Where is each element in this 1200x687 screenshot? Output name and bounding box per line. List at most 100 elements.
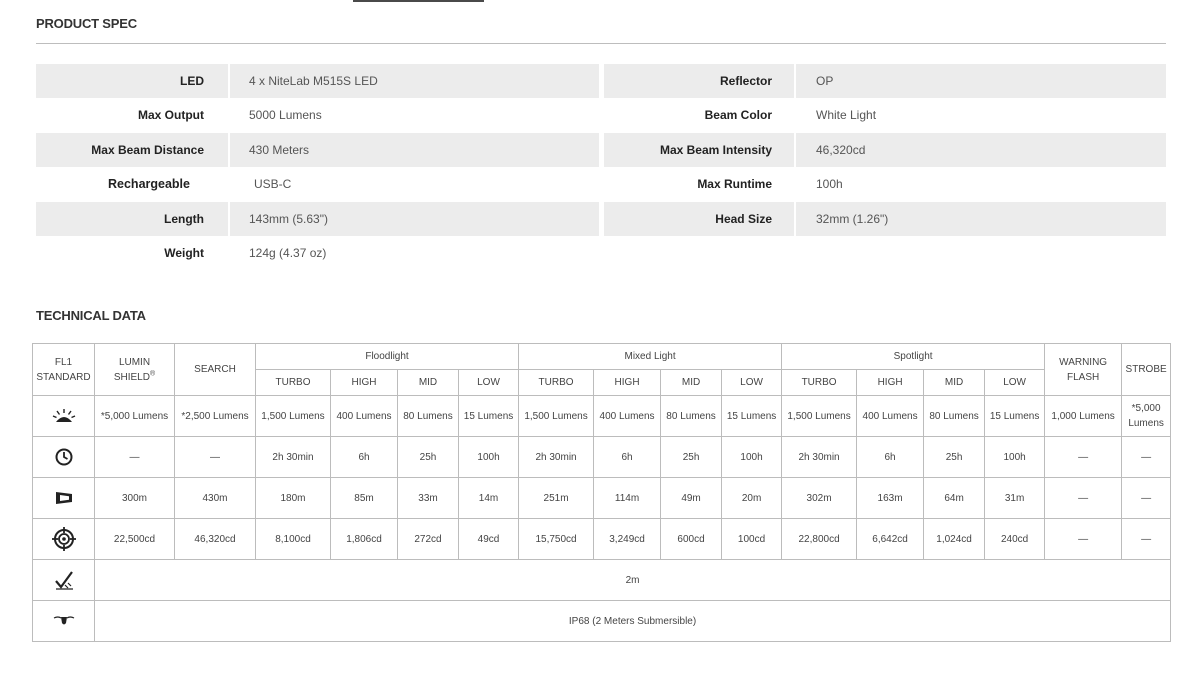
output-row: *5,000 Lumens *2,500 Lumens 1,500 Lumens… bbox=[32, 395, 1172, 437]
output-cell: 15 Lumens bbox=[984, 395, 1046, 437]
intensity-cell: 240cd bbox=[984, 518, 1046, 560]
spec-item-led: LED 4 x NiteLab M515S LED bbox=[36, 64, 599, 98]
fl1-standard-header: FL1 STANDARD bbox=[32, 343, 95, 396]
runtime-cell: 25h bbox=[397, 436, 459, 478]
distance-cell: 251m bbox=[518, 477, 595, 519]
waterproof-icon bbox=[53, 616, 74, 625]
intensity-cell: 272cd bbox=[397, 518, 459, 560]
intensity-icon-cell bbox=[32, 518, 95, 560]
runtime-cell: 25h bbox=[660, 436, 723, 478]
distance-cell: 302m bbox=[781, 477, 858, 519]
spec-row: Weight 124g (4.37 oz) bbox=[36, 236, 1166, 270]
impact-icon-cell bbox=[32, 559, 95, 601]
mode-header: HIGH bbox=[593, 369, 662, 396]
mode-header: LOW bbox=[721, 369, 783, 396]
spec-key: Head Size bbox=[604, 201, 794, 236]
output-cell: 15 Lumens bbox=[721, 395, 783, 437]
mode-header: TURBO bbox=[781, 369, 858, 396]
spec-value: 430 Meters bbox=[230, 132, 599, 167]
output-cell: 1,500 Lumens bbox=[518, 395, 595, 437]
spec-item-reflector: Reflector OP bbox=[604, 64, 1166, 98]
spec-value: 5000 Lumens bbox=[249, 108, 322, 123]
spec-item-weight: Weight 124g (4.37 oz) bbox=[36, 236, 599, 270]
spec-value: 32mm (1.26") bbox=[796, 201, 1166, 236]
intensity-cell: 22,500cd bbox=[94, 518, 175, 560]
spec-key: LED bbox=[36, 64, 228, 98]
distance-cell: 33m bbox=[397, 477, 459, 519]
distance-cell: 31m bbox=[984, 477, 1046, 519]
mode-header: LOW bbox=[457, 369, 520, 396]
runtime-cell: — bbox=[1121, 436, 1172, 478]
runtime-cell: 6h bbox=[330, 436, 398, 478]
technical-data-title: TECHNICAL DATA bbox=[36, 308, 146, 323]
distance-row: 300m 430m 180m 85m 33m 14m 251m 114m 49m… bbox=[32, 477, 1172, 519]
impact-cell: 2m bbox=[93, 559, 1172, 601]
mode-header: TURBO bbox=[255, 369, 331, 396]
spec-value: 4 x NiteLab M515S LED bbox=[230, 64, 599, 98]
waterproof-icon-cell bbox=[32, 600, 95, 642]
spec-item-head-size: Head Size 32mm (1.26") bbox=[604, 201, 1166, 236]
spec-item-max-beam-distance: Max Beam Distance 430 Meters bbox=[36, 132, 599, 167]
intensity-cell: — bbox=[1044, 518, 1123, 560]
output-cell: 1,500 Lumens bbox=[255, 395, 331, 437]
active-tab-indicator bbox=[353, 0, 484, 2]
intensity-row: 22,500cd 46,320cd 8,100cd 1,806cd 272cd … bbox=[32, 518, 1172, 560]
waterproof-cell: IP68 (2 Meters Submersible) bbox=[93, 600, 1172, 642]
output-icon-cell bbox=[32, 395, 95, 437]
spec-key: Reflector bbox=[604, 64, 794, 98]
intensity-cell: 6,642cd bbox=[856, 518, 925, 560]
technical-data-table: FL1 STANDARD LUMIN SHIELD® SEARCH Floodlig… bbox=[32, 343, 1172, 642]
output-cell: *2,500 Lumens bbox=[174, 395, 256, 437]
output-cell: 80 Lumens bbox=[397, 395, 459, 437]
mode-header: HIGH bbox=[330, 369, 398, 396]
spec-key: Beam Color bbox=[704, 108, 772, 123]
output-cell: 1,500 Lumens bbox=[781, 395, 858, 437]
intensity-cell: 22,800cd bbox=[781, 518, 858, 560]
runtime-cell: 100h bbox=[721, 436, 783, 478]
spec-key: Max Beam Distance bbox=[36, 132, 228, 167]
runtime-cell: 6h bbox=[593, 436, 662, 478]
distance-cell: — bbox=[1044, 477, 1123, 519]
spec-key: Max Beam Intensity bbox=[604, 132, 794, 167]
intensity-cell: 15,750cd bbox=[518, 518, 595, 560]
spec-value: 46,320cd bbox=[796, 132, 1166, 167]
spec-key: Max Runtime bbox=[697, 177, 772, 192]
output-cell: 80 Lumens bbox=[923, 395, 986, 437]
strobe-header: STROBE bbox=[1121, 343, 1172, 396]
output-cell: *5,000 Lumens bbox=[94, 395, 175, 437]
mode-header: MID bbox=[397, 369, 459, 396]
spec-value: USB-C bbox=[254, 177, 292, 192]
header-row: FL1 STANDARD LUMIN SHIELD® SEARCH Floodlig… bbox=[32, 343, 1172, 396]
spec-row: Length 143mm (5.63") Head Size 32mm (1.2… bbox=[36, 201, 1166, 236]
spec-key: Max Output bbox=[138, 108, 204, 123]
spec-value: 100h bbox=[816, 177, 843, 192]
beam-distance-icon bbox=[55, 492, 72, 504]
target-icon bbox=[51, 527, 76, 551]
distance-cell: 20m bbox=[721, 477, 783, 519]
output-cell: 15 Lumens bbox=[457, 395, 520, 437]
spec-row: Max Output 5000 Lumens Beam Color White … bbox=[36, 98, 1166, 132]
lumin-shield-header: LUMIN SHIELD® bbox=[94, 343, 175, 396]
runtime-cell: 6h bbox=[856, 436, 925, 478]
spec-row: Rechargeable USB-C Max Runtime 100h bbox=[36, 167, 1166, 201]
runtime-cell: 2h 30min bbox=[781, 436, 858, 478]
mode-header: HIGH bbox=[856, 369, 925, 396]
spec-item-beam-color: Beam Color White Light bbox=[604, 98, 1166, 132]
spec-value: 143mm (5.63") bbox=[230, 201, 599, 236]
mode-header: MID bbox=[660, 369, 723, 396]
spec-row: LED 4 x NiteLab M515S LED Reflector OP bbox=[36, 64, 1166, 98]
distance-icon-cell bbox=[32, 477, 95, 519]
runtime-cell: 100h bbox=[457, 436, 520, 478]
mode-header: MID bbox=[923, 369, 986, 396]
runtime-icon-cell bbox=[32, 436, 95, 478]
output-cell: 80 Lumens bbox=[660, 395, 723, 437]
output-cell: *5,000 Lumens bbox=[1121, 395, 1172, 437]
mode-header: TURBO bbox=[518, 369, 595, 396]
warning-flash-header: WARNING FLASH bbox=[1044, 343, 1123, 396]
clock-icon bbox=[55, 448, 72, 466]
floodlight-header: Floodlight bbox=[254, 343, 520, 370]
distance-cell: 180m bbox=[255, 477, 331, 519]
spec-value: 124g (4.37 oz) bbox=[249, 245, 327, 260]
distance-cell: 430m bbox=[174, 477, 256, 519]
intensity-cell: 3,249cd bbox=[593, 518, 662, 560]
